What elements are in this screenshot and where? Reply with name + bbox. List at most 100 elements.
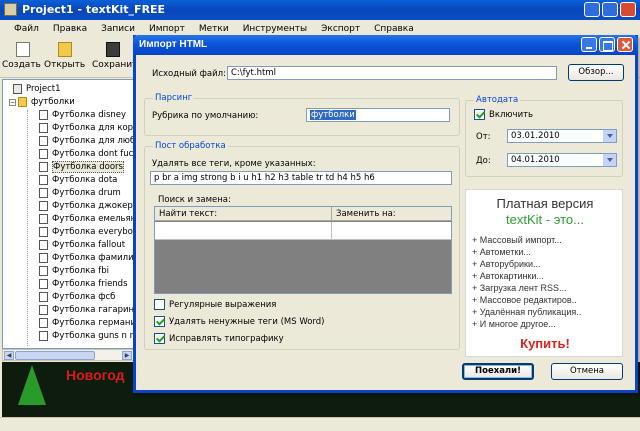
document-icon	[39, 331, 48, 341]
paid-version-promo[interactable]: Платная версия textKit - это... + Массов…	[465, 189, 623, 357]
tree-item-label: Футболка dota	[52, 175, 118, 185]
tree-horizontal-scrollbar[interactable]: ◀ ▶	[2, 349, 134, 361]
collapse-icon[interactable]: −	[9, 98, 16, 106]
buy-link[interactable]: Купить!	[466, 336, 624, 351]
tree-item[interactable]: Футболка friends	[39, 278, 128, 290]
tree-item-label: Футболка fallout	[52, 240, 126, 250]
promo-feature: + Массовое редактиров..	[472, 295, 577, 305]
tree-item[interactable]: Футболка fbi	[39, 265, 109, 277]
date-to-picker[interactable]: 04.01.2010	[507, 153, 617, 167]
source-file-label: Исходный файл:	[152, 69, 226, 79]
document-icon	[39, 214, 48, 224]
toolbar-save-button[interactable]: Сохранить	[92, 41, 143, 75]
tree-item[interactable]: Футболка disney	[39, 109, 126, 121]
tree-item[interactable]: Футболка для корм	[39, 122, 134, 134]
date-to-label: До:	[476, 156, 491, 166]
tree-item-label: Футболка для корм	[52, 123, 134, 133]
default-rubric-label: Рубрика по умолчанию:	[152, 111, 259, 121]
maximize-button[interactable]	[602, 2, 618, 17]
open-folder-icon	[58, 42, 72, 57]
autodate-enable-box[interactable]	[474, 109, 485, 120]
tree-item[interactable]: Футболка гагарин	[39, 304, 134, 316]
toolbar-open-button[interactable]: Открыть	[44, 41, 86, 75]
col-find-header[interactable]: Найти текст:	[159, 209, 217, 219]
tree-project-node[interactable]: Project1	[13, 83, 61, 95]
document-icon	[39, 279, 48, 289]
tree-item-label: Футболка everybod	[52, 227, 134, 237]
tree-folder-node[interactable]: − футболки	[9, 96, 75, 108]
cancel-button[interactable]: Отмена	[551, 363, 623, 380]
date-from-picker[interactable]: 03.01.2010	[507, 129, 617, 143]
col-replace-header[interactable]: Заменить на:	[336, 209, 396, 219]
tree-item[interactable]: Футболка everybod	[39, 226, 134, 238]
scrollbar-thumb[interactable]	[15, 351, 95, 360]
chevron-down-icon[interactable]	[602, 130, 616, 142]
project-icon	[13, 84, 22, 94]
promo-feature: + Авторубрики...	[472, 259, 541, 269]
tree-item[interactable]: Футболка емельян	[39, 213, 133, 225]
dialog-titlebar[interactable]: Импорт HTML	[133, 35, 638, 55]
project-tree[interactable]: Project1 − футболки Футболка disney Футбо…	[2, 79, 134, 349]
folder-icon	[18, 97, 27, 107]
minimize-button[interactable]	[584, 2, 600, 17]
document-icon	[39, 149, 48, 159]
promo-brand: textKit	[506, 212, 543, 227]
tree-item-label: Футболка guns n ro	[52, 331, 134, 341]
document-icon	[39, 227, 48, 237]
tree-item[interactable]: Футболка dota	[39, 174, 117, 186]
menu-edit[interactable]: Правка	[49, 24, 91, 34]
source-file-input[interactable]: C:\fyt.html	[227, 66, 557, 80]
document-icon	[39, 305, 48, 315]
search-replace-table[interactable]: Найти текст: Заменить на:	[154, 206, 452, 294]
promo-feature: + Удалённая публикация..	[472, 307, 582, 317]
menu-records[interactable]: Записи	[97, 24, 139, 34]
document-icon	[39, 188, 48, 198]
menu-file[interactable]: Файл	[10, 24, 43, 34]
chevron-down-icon[interactable]	[602, 154, 616, 166]
date-from-label: От:	[476, 132, 491, 142]
regex-checkbox-box[interactable]	[154, 299, 165, 310]
dialog-maximize-button[interactable]	[599, 37, 615, 52]
tree-item-label: Футболка fbi	[52, 266, 109, 276]
tree-item[interactable]: Футболка для люби	[39, 135, 133, 147]
tree-item[interactable]: Футболка dont fuck	[39, 148, 133, 160]
menu-import[interactable]: Импорт	[145, 24, 189, 34]
tree-item[interactable]: Футболка drum	[39, 187, 121, 199]
tree-item[interactable]: Футболка doors	[39, 161, 124, 173]
close-button[interactable]	[620, 2, 636, 17]
regex-checkbox[interactable]: Регулярные выражения	[154, 299, 276, 310]
ok-button[interactable]: Поехали!	[462, 363, 534, 380]
typography-checkbox-box[interactable]	[154, 333, 165, 344]
tree-item[interactable]: Футболка фсб	[39, 291, 115, 303]
tree-item-label: Футболка джокер	[52, 201, 133, 211]
tree-item[interactable]: Футболка guns n ro	[39, 330, 134, 342]
browse-button[interactable]: Обзор...	[568, 64, 624, 81]
msword-checkbox[interactable]: Удалять ненужные теги (MS Word)	[154, 316, 325, 327]
remove-tags-label: Удалять все теги, кроме указанных:	[152, 159, 316, 169]
msword-checkbox-box[interactable]	[154, 316, 165, 327]
scroll-left-icon[interactable]: ◀	[4, 351, 14, 360]
scroll-right-icon[interactable]: ▶	[122, 351, 132, 360]
table-row[interactable]	[155, 222, 451, 240]
allowed-tags-input[interactable]: p br a img strong b i u h1 h2 h3 table t…	[150, 171, 452, 185]
tree-item[interactable]: Футболка джокер	[39, 200, 133, 212]
document-icon	[39, 253, 48, 263]
toolbar-create-button[interactable]: Создать	[2, 41, 44, 75]
document-icon	[39, 110, 48, 120]
tree-item[interactable]: Футболка fallout	[39, 239, 125, 251]
tree-item-label: Футболка гагарин	[52, 305, 134, 315]
default-rubric-input[interactable]: футболки	[306, 108, 450, 122]
tree-item[interactable]: Футболка фамилия	[39, 252, 133, 264]
typography-checkbox[interactable]: Исправлять типографику	[154, 333, 284, 344]
menu-export[interactable]: Экспорт	[317, 24, 364, 34]
menu-help[interactable]: Справка	[370, 24, 418, 34]
dialog-close-button[interactable]	[617, 37, 633, 52]
autodate-enable-checkbox[interactable]: Включить	[474, 109, 533, 120]
tree-item[interactable]: Футболка германи	[39, 317, 133, 329]
tree-item-label: Футболка фсб	[52, 292, 116, 302]
dialog-minimize-button[interactable]	[581, 37, 597, 52]
menu-tags[interactable]: Метки	[195, 24, 233, 34]
document-icon	[39, 136, 48, 146]
default-rubric-value: футболки	[310, 110, 356, 120]
menu-tools[interactable]: Инструменты	[239, 24, 311, 34]
